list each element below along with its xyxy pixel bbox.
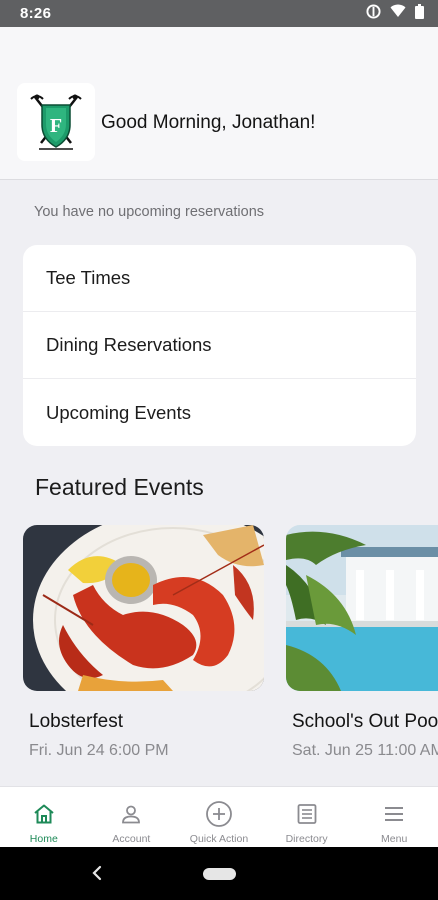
event-name: Lobsterfest xyxy=(29,711,123,732)
nav-menu[interactable]: Menu xyxy=(350,787,438,847)
status-bar: 8:26 xyxy=(0,0,438,27)
svg-text:F: F xyxy=(50,115,62,137)
club-logo: F xyxy=(17,83,95,161)
header: F Good Morning, Jonathan! xyxy=(0,27,438,180)
person-icon xyxy=(119,800,143,828)
bottom-nav: Home Account Quick Action Directory Menu xyxy=(0,786,438,847)
back-chevron-icon[interactable] xyxy=(90,864,104,887)
nav-quick-action[interactable]: Quick Action xyxy=(175,787,263,847)
system-nav-bar xyxy=(0,847,438,900)
event-date: Sat. Jun 25 11:00 AM xyxy=(292,742,438,759)
event-name: School's Out Pool Party xyxy=(292,711,438,732)
no-reservations-text: You have no upcoming reservations xyxy=(34,204,265,220)
plus-circle-icon xyxy=(205,800,233,828)
nav-home[interactable]: Home xyxy=(0,787,88,847)
nav-label: Account xyxy=(112,833,151,845)
pool-party-image xyxy=(286,525,438,691)
wifi-icon xyxy=(390,4,406,23)
quick-links-card: Tee Times Dining Reservations Upcoming E… xyxy=(23,245,416,446)
nav-label: Directory xyxy=(285,833,328,845)
event-card-schools-out[interactable]: School's Out Pool Party Sat. Jun 25 11:0… xyxy=(286,525,438,760)
featured-events-title: Featured Events xyxy=(35,474,204,500)
tee-times-link[interactable]: Tee Times xyxy=(23,245,416,312)
event-date: Fri. Jun 24 6:00 PM xyxy=(29,742,169,759)
lobsterfest-image xyxy=(23,525,264,691)
menu-icon xyxy=(382,800,406,828)
status-time: 8:26 xyxy=(20,5,52,22)
club-crest-icon: F xyxy=(30,94,82,150)
home-pill[interactable] xyxy=(203,868,236,880)
data-saver-icon xyxy=(366,3,381,24)
battery-icon xyxy=(415,3,424,24)
quick-link-label: Tee Times xyxy=(46,267,131,288)
nav-label: Menu xyxy=(381,833,408,845)
featured-events-carousel[interactable]: Lobsterfest Fri. Jun 24 6:00 PM School's… xyxy=(23,525,438,775)
event-card-lobsterfest[interactable]: Lobsterfest Fri. Jun 24 6:00 PM xyxy=(23,525,264,760)
home-icon xyxy=(32,800,56,828)
status-icons xyxy=(366,3,424,24)
nav-label: Home xyxy=(29,833,58,845)
dining-reservations-link[interactable]: Dining Reservations xyxy=(23,312,416,379)
directory-icon xyxy=(295,800,319,828)
greeting-text: Good Morning, Jonathan! xyxy=(101,112,316,133)
nav-directory[interactable]: Directory xyxy=(263,787,351,847)
upcoming-events-link[interactable]: Upcoming Events xyxy=(23,379,416,446)
quick-link-label: Dining Reservations xyxy=(46,334,212,355)
quick-link-label: Upcoming Events xyxy=(46,401,191,423)
nav-label: Quick Action xyxy=(189,833,249,845)
nav-account[interactable]: Account xyxy=(88,787,176,847)
